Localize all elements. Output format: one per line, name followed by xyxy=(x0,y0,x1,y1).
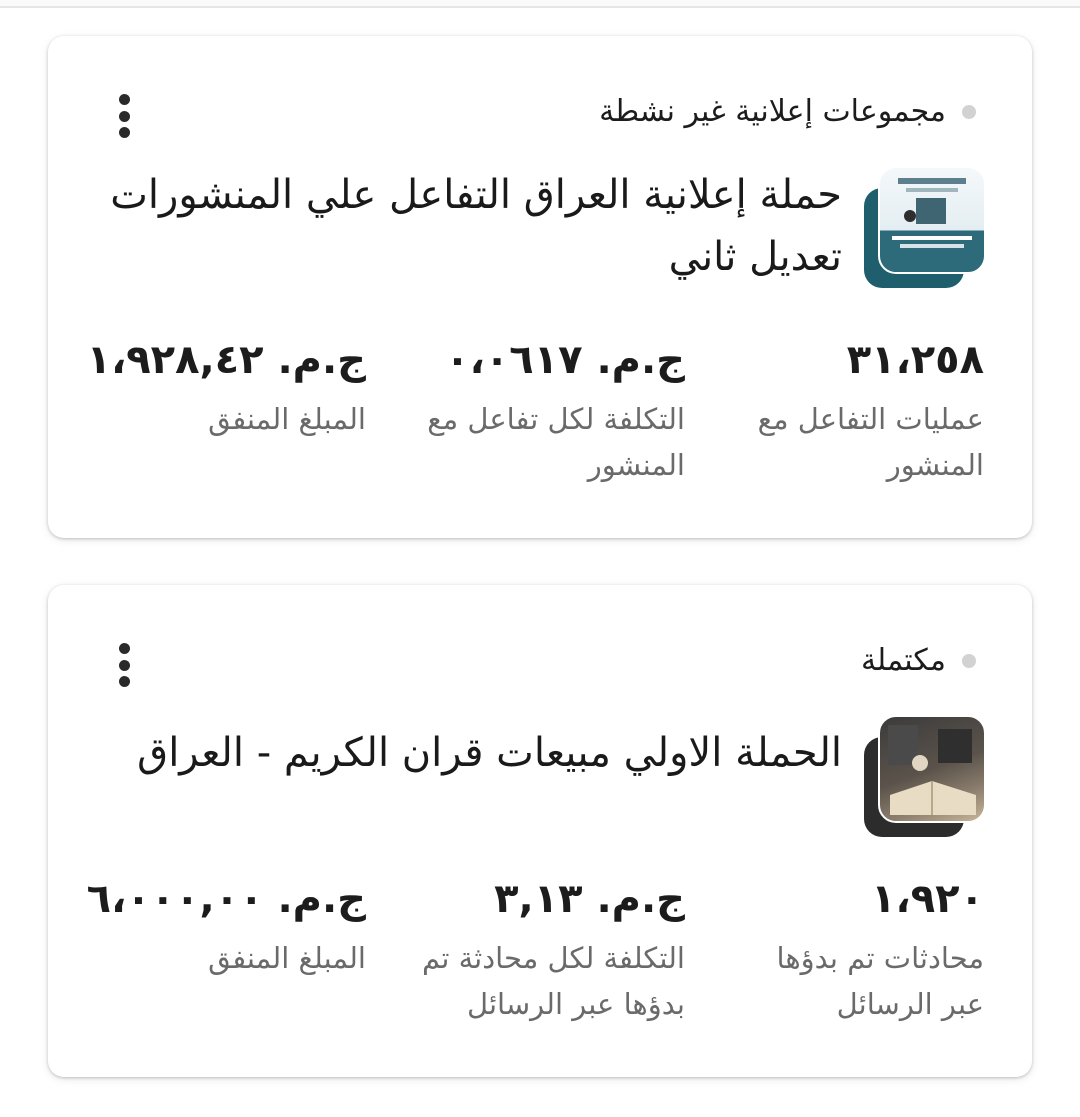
status-dot-icon xyxy=(962,653,976,668)
metric-value: ج.م. ١،٩٢٨,٤٢ xyxy=(86,337,366,383)
status-label: مجموعات إعلانية غير نشطة xyxy=(599,94,946,129)
more-vertical-icon[interactable] xyxy=(112,643,136,687)
thumbnail-image xyxy=(878,715,986,823)
campaign-status: مجموعات إعلانية غير نشطة xyxy=(599,94,976,129)
metric-value: ٣١،٢٥٨ xyxy=(846,337,984,383)
metric-label: المبلغ المنفق xyxy=(208,402,366,436)
metric-value: ج.م. ٠،٠٦١٧ xyxy=(445,337,685,383)
metric-label: التكلفة لكل تفاعل مع المنشور xyxy=(427,402,685,482)
campaign-thumbnail[interactable] xyxy=(864,715,986,837)
metric-amount-spent: ج.م. ١،٩٢٨,٤٢ المبلغ المنفق xyxy=(86,332,366,488)
status-label: مكتملة xyxy=(860,643,946,678)
status-dot-icon xyxy=(962,104,976,119)
metric-amount-spent: ج.م. ٦،٠٠٠,٠٠ المبلغ المنفق xyxy=(86,871,366,1027)
top-divider xyxy=(0,0,1080,8)
metric-value: ج.م. ٦،٠٠٠,٠٠ xyxy=(86,876,366,922)
metric-results: ١،٩٢٠ محادثات تم بدؤها عبر الرسائل xyxy=(734,871,984,1027)
more-vertical-icon[interactable] xyxy=(112,94,136,138)
campaign-title[interactable]: الحملة الاولي مبيعات قران الكريم - العرا… xyxy=(102,722,842,784)
thumbnail-image xyxy=(878,166,986,274)
metric-cost-per-result: ج.م. ٠،٠٦١٧ التكلفة لكل تفاعل مع المنشور xyxy=(415,332,685,488)
campaign-card[interactable]: مجموعات إعلانية غير نشطة حملة إعلانية ال… xyxy=(48,36,1032,538)
campaign-card[interactable]: مكتملة الحملة الاولي مبيعات قران الكريم … xyxy=(48,585,1032,1077)
metric-label: محادثات تم بدؤها عبر الرسائل xyxy=(776,941,984,1021)
campaign-metrics: ٣١،٢٥٨ عمليات التفاعل مع المنشور ج.م. ٠،… xyxy=(86,332,984,488)
campaign-metrics: ١،٩٢٠ محادثات تم بدؤها عبر الرسائل ج.م. … xyxy=(86,871,984,1027)
metric-value: ج.م. ٣,١٣ xyxy=(494,876,685,922)
metric-results: ٣١،٢٥٨ عمليات التفاعل مع المنشور xyxy=(734,332,984,488)
metric-label: المبلغ المنفق xyxy=(208,941,366,975)
metric-value: ١،٩٢٠ xyxy=(871,876,984,922)
metric-cost-per-result: ج.م. ٣,١٣ التكلفة لكل محادثة تم بدؤها عب… xyxy=(415,871,685,1027)
campaign-title[interactable]: حملة إعلانية العراق التفاعل علي المنشورا… xyxy=(102,164,842,288)
metric-label: التكلفة لكل محادثة تم بدؤها عبر الرسائل xyxy=(422,941,685,1021)
campaign-thumbnail[interactable] xyxy=(864,166,986,288)
metric-label: عمليات التفاعل مع المنشور xyxy=(757,402,984,482)
campaign-status: مكتملة xyxy=(861,643,976,678)
